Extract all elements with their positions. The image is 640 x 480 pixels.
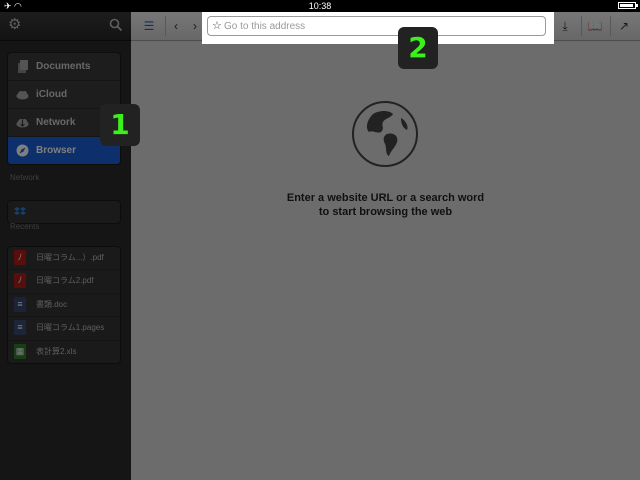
recent-file-name: 日曜コラム1.pages	[36, 323, 105, 333]
menu-list-icon[interactable]: ☰	[139, 16, 159, 36]
globe-icon	[352, 101, 418, 167]
empty-state-line-1: Enter a website URL or a search word	[286, 192, 485, 204]
recent-file-name: 表計算2.xls	[36, 346, 77, 356]
back-arrow-icon[interactable]: ‹	[165, 16, 186, 36]
documents-icon	[18, 60, 28, 73]
recent-file-name: 書類.doc	[36, 299, 68, 309]
recent-file-name: 日曜コラム...）.pdf	[36, 253, 104, 262]
pdf-file-icon: ﾉ	[14, 273, 26, 289]
doc-file-icon: ≡	[14, 296, 26, 312]
address-placeholder: Go to this address	[224, 21, 306, 32]
network-cloud-icon	[16, 119, 29, 128]
list-item[interactable]: ﾉ 日曜コラム...）.pdf	[8, 247, 120, 271]
pages-file-icon: ≡	[14, 320, 26, 336]
compass-icon	[16, 144, 29, 157]
sidebar-item-label: Network	[36, 117, 76, 128]
status-bar: ✈ ◠ 10:38	[0, 0, 640, 12]
callout-badge-1: 1	[100, 104, 140, 146]
dropbox-icon	[14, 207, 26, 215]
empty-state-line-2: to start browsing the web	[318, 206, 453, 218]
dropbox-account-row[interactable]	[7, 200, 121, 224]
browser-pane: ☰ ‹ › ☆ ⤓ 📖 ↗ Enter a website URL or a s…	[131, 12, 640, 480]
bookmark-star-icon: ☆	[212, 20, 222, 32]
list-item[interactable]: ▦ 表計算2.xls	[8, 341, 120, 363]
search-icon[interactable]	[109, 18, 123, 32]
sidebar-item-documents[interactable]: Documents	[8, 53, 120, 81]
share-icon[interactable]: ↗	[610, 16, 637, 36]
spreadsheet-file-icon: ▦	[14, 343, 26, 359]
cloud-icon	[16, 91, 29, 100]
battery-icon	[618, 2, 638, 9]
network-section-label: Network	[10, 173, 40, 182]
sidebar-item-label: Browser	[36, 145, 77, 156]
sidebar-toolbar: ⚙	[0, 12, 131, 41]
pdf-file-icon: ﾉ	[14, 250, 26, 265]
download-icon[interactable]: ⤓	[551, 16, 578, 36]
list-item[interactable]: ﾉ 日曜コラム2.pdf	[8, 270, 120, 294]
recent-file-name: 日曜コラム2.pdf	[36, 276, 94, 286]
recents-list: ﾉ 日曜コラム...）.pdf ﾉ 日曜コラム2.pdf ≡ 書類.doc ≡ …	[7, 246, 121, 364]
sidebar: ⚙ Documents iCloud Network Browser Netwo…	[0, 12, 131, 480]
list-item[interactable]: ≡ 書類.doc	[8, 294, 120, 318]
bookmarks-book-icon[interactable]: 📖	[581, 16, 608, 36]
sidebar-item-label: iCloud	[36, 89, 68, 100]
sidebar-item-label: Documents	[36, 61, 91, 72]
status-time: 10:38	[308, 1, 332, 11]
recents-section-label: Recents	[10, 222, 40, 231]
callout-badge-2: 2	[398, 27, 438, 69]
highlighted-address-bar[interactable]: ☆ Go to this address	[202, 12, 554, 44]
address-bar-highlight[interactable]: ☆ Go to this address	[207, 16, 546, 36]
list-item[interactable]: ≡ 日曜コラム1.pages	[8, 317, 120, 341]
gear-icon[interactable]: ⚙	[8, 17, 22, 32]
